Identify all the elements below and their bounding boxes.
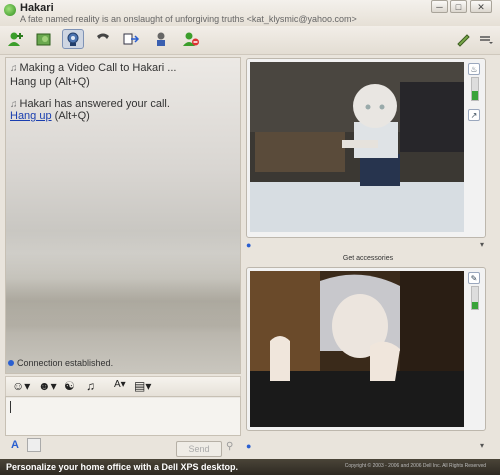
message-calling: ♫ Making a Video Call to Hakari ...: [10, 62, 176, 74]
hang-up-link-disabled: Hang up: [10, 76, 52, 88]
volume-level: [472, 91, 478, 100]
local-video-dropdown-icon[interactable]: ▾: [480, 441, 484, 450]
wink-button[interactable]: ☻▾: [38, 379, 57, 393]
hang-up-shortcut: (Alt+Q): [54, 76, 90, 88]
emoticon-button[interactable]: ☺▾: [12, 379, 30, 393]
pen-button[interactable]: [452, 29, 474, 49]
volume-slider[interactable]: [471, 77, 479, 101]
close-button[interactable]: ✕: [470, 0, 492, 13]
game-icon: [157, 32, 165, 46]
message-text: Making a Video Call to Hakari ...: [19, 62, 177, 74]
block-contact-button[interactable]: [180, 29, 202, 49]
messenger-icon: [4, 4, 16, 16]
promo-text[interactable]: Personalize your home office with a Dell…: [6, 462, 238, 472]
type-mode-icon[interactable]: A: [11, 439, 19, 451]
remote-video-options-icon[interactable]: ●: [246, 240, 251, 250]
menu-button[interactable]: [474, 29, 496, 49]
connection-status: Connection established.: [8, 358, 113, 368]
remote-video: [250, 62, 464, 232]
hang-up-link[interactable]: Hang up: [10, 110, 52, 122]
local-video-options-icon[interactable]: ●: [246, 441, 251, 451]
minimize-button[interactable]: ─: [431, 0, 448, 13]
remote-video-image: [250, 62, 464, 232]
send-button[interactable]: Send: [176, 441, 222, 457]
remote-video-frame: ♨ ↗: [246, 58, 486, 238]
window-title: Hakari: [20, 2, 54, 14]
video-call-button[interactable]: [62, 29, 84, 49]
pen-icon: [457, 34, 470, 47]
remote-video-dropdown-icon[interactable]: ▾: [480, 240, 484, 249]
maximize-button[interactable]: □: [450, 0, 467, 13]
background-mist: [6, 253, 240, 333]
message-calling-action: Hang up (Alt+Q): [10, 76, 90, 88]
local-video-image: [250, 271, 464, 427]
call-status-icon: ♫: [10, 99, 18, 110]
volume-button[interactable]: ♨: [468, 63, 480, 75]
microphone-level: [472, 302, 478, 309]
photo-icon: [36, 33, 51, 46]
font-button[interactable]: A▾: [114, 379, 126, 390]
microphone-button[interactable]: ✎: [468, 272, 480, 284]
webcam-icon: [67, 32, 79, 46]
status-text: Connection established.: [17, 358, 114, 368]
nudge-button[interactable]: ☯: [64, 379, 75, 393]
voice-call-button[interactable]: [92, 29, 114, 49]
local-video: [250, 271, 464, 427]
user-plus-icon: [8, 32, 23, 46]
hang-up-shortcut: (Alt+Q): [54, 110, 90, 122]
search-icon[interactable]: ⚲: [226, 441, 233, 452]
invite-game-button[interactable]: [150, 29, 172, 49]
contact-status-message: A fate named reality is an onslaught of …: [20, 14, 357, 24]
call-status-icon: ♫: [10, 63, 18, 74]
add-contact-button[interactable]: [5, 29, 27, 49]
message-answered: ♫ Hakari has answered your call.: [10, 98, 170, 110]
title-bar: Hakari A fate named reality is an onslau…: [0, 0, 500, 26]
microphone-slider[interactable]: [471, 286, 479, 310]
message-answered-action: Hang up (Alt+Q): [10, 110, 90, 122]
file-transfer-icon: [123, 33, 140, 45]
handwrite-mode-icon[interactable]: [27, 438, 41, 452]
message-input[interactable]: [5, 396, 241, 436]
copyright-text: Copyright © 2003 - 2006 and 2006 Dell In…: [344, 463, 486, 469]
local-video-frame: ✎: [246, 267, 486, 431]
menu-icon: [480, 36, 493, 44]
share-photos-button[interactable]: [33, 29, 55, 49]
send-file-button[interactable]: [120, 29, 142, 49]
message-text: Hakari has answered your call.: [19, 98, 170, 110]
info-icon: [8, 360, 14, 366]
format-toolbar: ☺▾ ☻▾ ☯ ♫ A▾ ▤▾: [5, 376, 241, 398]
text-caret: [10, 401, 11, 413]
background-button[interactable]: ▤▾: [134, 379, 151, 393]
promo-banner[interactable]: Personalize your home office with a Dell…: [0, 459, 500, 475]
phone-icon: [97, 33, 109, 39]
user-block-icon: [183, 32, 199, 46]
video-settings-button[interactable]: ↗: [468, 109, 480, 121]
toolbar: [0, 26, 500, 55]
voice-clip-button[interactable]: ♫: [86, 379, 95, 393]
conversation-pane: ♫ Making a Video Call to Hakari ... Hang …: [5, 57, 241, 374]
get-accessories-link[interactable]: Get accessories: [248, 255, 488, 262]
